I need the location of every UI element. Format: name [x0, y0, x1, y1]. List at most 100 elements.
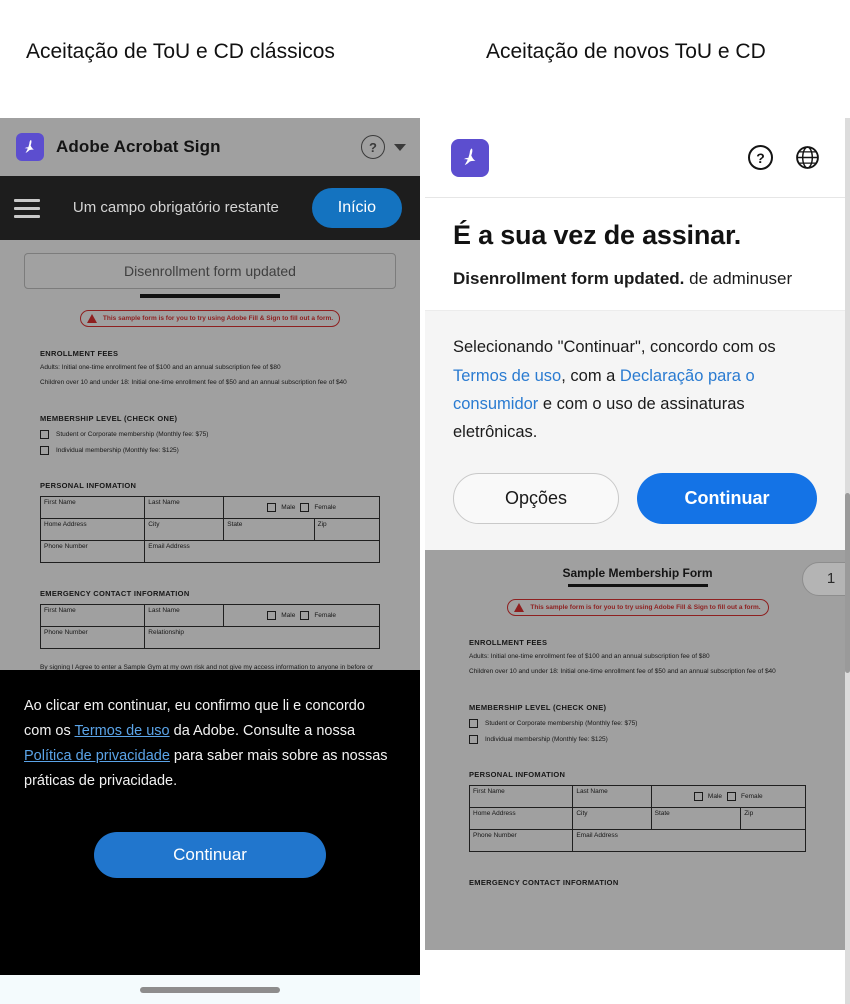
- cell-gender[interactable]: Male Female: [223, 604, 380, 628]
- cell-last-name[interactable]: Last Name: [144, 496, 225, 520]
- cell-first-name[interactable]: First Name: [39, 496, 146, 520]
- cell-first-name[interactable]: First Name: [468, 784, 574, 808]
- checkbox-icon[interactable]: [267, 611, 277, 621]
- adobe-acrobat-icon: [451, 138, 489, 177]
- continue-button[interactable]: Continuar: [637, 472, 817, 524]
- membership-option-row[interactable]: Student or Corporate membership (Monthly…: [469, 718, 806, 728]
- scrollbar-thumb[interactable]: [845, 493, 850, 673]
- female-label: Female: [314, 504, 337, 512]
- enrollment-fees-line-2: Children over 10 and under 18: Initial o…: [40, 379, 347, 387]
- checkbox-icon[interactable]: [727, 791, 736, 801]
- cell-zip[interactable]: Zip: [313, 518, 381, 542]
- membership-option-row[interactable]: Individual membership (Monthly fee: $125…: [469, 734, 806, 744]
- left-app-title: Adobe Acrobat Sign: [56, 137, 221, 156]
- document-title: Sample Membership Form: [562, 565, 713, 580]
- cell-home-address[interactable]: Home Address: [39, 518, 146, 542]
- enrollment-fees-line-1: Adults: Initial one-time enrollment fee …: [469, 652, 710, 660]
- male-label: Male: [281, 612, 296, 620]
- chevron-down-icon[interactable]: [394, 143, 406, 151]
- screenshot-stage: Aceitação de ToU e CD clássicos Aceitaçã…: [0, 0, 850, 1004]
- continue-button[interactable]: Continuar: [94, 832, 326, 879]
- checkbox-icon[interactable]: [300, 611, 310, 621]
- membership-option-label: Student or Corporate membership (Monthly…: [485, 719, 638, 727]
- left-home-indicator-bar: [0, 975, 420, 1004]
- membership-level-heading: MEMBERSHIP LEVEL (CHECK ONE): [40, 414, 178, 424]
- enrollment-fees-line-2: Children over 10 and under 18: Initial o…: [469, 667, 776, 675]
- cell-phone-number[interactable]: Phone Number: [39, 626, 146, 650]
- cell-last-name[interactable]: Last Name: [572, 784, 652, 808]
- emergency-contact-heading: EMERGENCY CONTACT INFORMATION: [469, 877, 619, 887]
- consent-text-part-2: da Adobe. Consulte a nossa: [169, 723, 356, 740]
- page-title: É a sua vez de assinar.: [453, 220, 742, 250]
- document-title-underline: [140, 294, 280, 298]
- checkbox-icon[interactable]: [469, 718, 478, 728]
- cell-phone-number[interactable]: Phone Number: [39, 540, 146, 564]
- help-circle-icon[interactable]: ?: [361, 135, 385, 159]
- checkbox-icon[interactable]: [469, 734, 478, 744]
- cell-relationship[interactable]: Relationship: [144, 626, 380, 650]
- cell-zip[interactable]: Zip: [740, 806, 806, 830]
- warning-triangle-icon: [86, 314, 97, 323]
- globe-icon[interactable]: [795, 145, 820, 170]
- emergency-contact-table[interactable]: First Name Last Name Male Female Phone N…: [39, 604, 380, 650]
- personal-information-table[interactable]: First Name Last Name Male Female Home Ad…: [468, 784, 807, 852]
- personal-information-table[interactable]: First Name Last Name Male Female Home Ad…: [39, 496, 381, 564]
- table-row: Home Address City State Zip: [468, 806, 806, 830]
- caption-right-variant: Aceitação de novos ToU e CD: [486, 40, 766, 63]
- right-phone-panel: ? É a sua vez de assinar. Disenrollment …: [425, 118, 850, 1004]
- checkbox-icon[interactable]: [40, 446, 49, 456]
- cell-state[interactable]: State: [223, 518, 315, 542]
- membership-option-row[interactable]: Student or Corporate membership (Monthly…: [40, 430, 380, 440]
- left-top-bar-actions: ?: [361, 135, 406, 159]
- right-button-row: Opções Continuar: [453, 472, 822, 524]
- checkbox-icon[interactable]: [267, 503, 277, 513]
- cell-city[interactable]: City: [572, 806, 652, 830]
- cell-email-address[interactable]: Email Address: [144, 540, 380, 564]
- table-row: First Name Last Name Male Female: [468, 784, 807, 808]
- help-circle-icon[interactable]: ?: [748, 145, 773, 170]
- document-title-underline: [567, 583, 708, 587]
- female-label: Female: [741, 792, 763, 800]
- document-name: Disenrollment form updated.: [453, 269, 685, 288]
- cell-city[interactable]: City: [144, 518, 225, 542]
- document-sender-line: Disenrollment form updated. de adminuser: [453, 265, 822, 292]
- checkbox-icon[interactable]: [693, 791, 703, 801]
- options-button[interactable]: Opções: [453, 472, 619, 524]
- sample-form-warning-text: This sample form is for you to try using…: [530, 603, 761, 611]
- hamburger-menu-icon[interactable]: [14, 198, 40, 218]
- right-consent-text: Selecionando "Continuar", concordo com o…: [453, 333, 822, 447]
- female-label: Female: [314, 612, 337, 620]
- signing-agreement-note: By signing I Agree to enter a Sample Gym…: [40, 664, 374, 670]
- cell-phone-number[interactable]: Phone Number: [468, 828, 574, 852]
- terms-of-use-link[interactable]: Termos de uso: [453, 367, 561, 385]
- membership-option-label: Student or Corporate membership (Monthly…: [56, 431, 209, 439]
- right-app-top-bar: ?: [425, 118, 850, 198]
- checkbox-icon[interactable]: [300, 503, 310, 513]
- right-document-preview[interactable]: 1 Sample Membership Form This sample for…: [425, 549, 850, 950]
- enrollment-fees-heading: ENROLLMENT FEES: [469, 637, 548, 647]
- cell-gender[interactable]: Male Female: [223, 496, 380, 520]
- warning-triangle-icon: [514, 602, 525, 612]
- consent-text-part-2: , com a: [561, 366, 620, 385]
- cell-gender[interactable]: Male Female: [650, 784, 807, 808]
- right-document-body: ENROLLMENT FEES Adults: Initial one-time…: [425, 616, 850, 887]
- cell-first-name[interactable]: First Name: [39, 604, 146, 628]
- cell-state[interactable]: State: [650, 806, 742, 830]
- page-number-badge[interactable]: 1: [802, 561, 850, 596]
- enrollment-fees-heading: ENROLLMENT FEES: [40, 349, 119, 358]
- start-button[interactable]: Início: [311, 188, 402, 228]
- table-row: First Name Last Name Male Female: [39, 604, 380, 628]
- cell-home-address[interactable]: Home Address: [468, 806, 574, 830]
- left-document-preview[interactable]: Disenrollment form updated This sample f…: [0, 240, 420, 670]
- terms-of-use-link[interactable]: Termos de uso: [75, 723, 170, 739]
- cell-last-name[interactable]: Last Name: [144, 604, 225, 628]
- left-action-bar: Um campo obrigatório restante Início: [0, 176, 420, 240]
- home-indicator[interactable]: [140, 986, 280, 993]
- personal-information-heading: PERSONAL INFOMATION: [469, 769, 566, 779]
- membership-option-row[interactable]: Individual membership (Monthly fee: $125…: [40, 446, 380, 456]
- male-label: Male: [281, 504, 296, 512]
- table-row: Phone Number Relationship: [39, 626, 380, 650]
- cell-email-address[interactable]: Email Address: [572, 828, 806, 852]
- checkbox-icon[interactable]: [40, 430, 49, 440]
- privacy-policy-link[interactable]: Política de privacidade: [24, 748, 170, 764]
